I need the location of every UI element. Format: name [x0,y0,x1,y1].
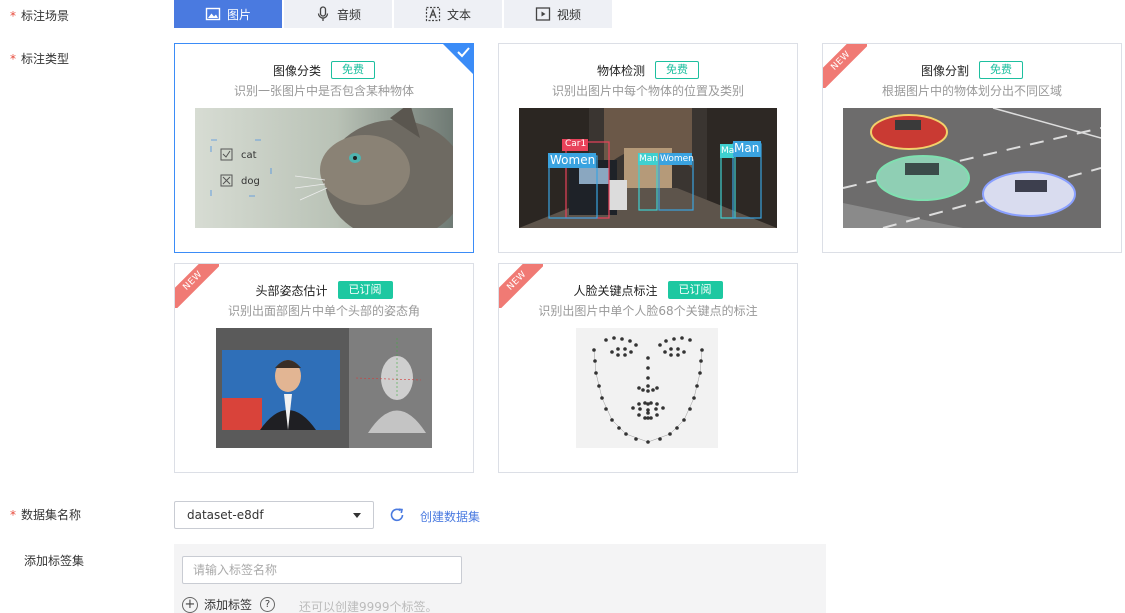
card-title: 物体检测 [596,63,645,78]
tab-label: 图片 [226,7,251,22]
tab-video[interactable]: 视频 [504,0,612,28]
add-tag-label: 添加标签 [204,598,253,612]
help-icon[interactable]: ? [260,597,276,612]
tag-quota-hint: 还可以创建9999个标签。 [299,600,438,613]
tab-audio[interactable]: 音频 [284,0,392,28]
thumb-label-dog: dog [241,176,260,187]
road-cars-thumbnail [843,108,1101,228]
free-badge: 免费 [979,61,1023,79]
card-description: 识别出图片中每个物体的位置及类别 [551,84,744,98]
card-image-classification[interactable]: 图像分类 免费 识别一张图片中是否包含某种物体 cat dog [174,43,474,253]
required-mark: * [10,52,16,66]
tagset-panel: + 添加标签 ? 还可以创建9999个标签。 [174,544,826,613]
dataset-select[interactable]: dataset-e8df [174,501,374,529]
required-mark: * [10,508,16,522]
free-badge: 免费 [331,61,375,79]
image-icon [205,7,221,21]
detection-label: Ma [721,146,735,156]
scene-label: * 标注场景 [10,9,70,23]
tab-label: 视频 [556,7,581,22]
card-description: 识别出面部图片中单个头部的姿态角 [227,304,420,318]
type-label: * 标注类型 [10,52,70,66]
card-description: 识别出图片中单个人脸68个关键点的标注 [538,304,758,318]
cat-photo-thumbnail: cat dog [195,108,453,228]
card-description: 根据图片中的物体划分出不同区域 [881,84,1062,98]
card-image-segmentation[interactable]: NEW 图像分割 免费 根据图片中的物体划分出不同区域 [822,43,1122,253]
tab-label: 音频 [336,7,361,22]
caret-down-icon [353,512,361,518]
subscribed-badge: 已订阅 [667,281,723,299]
thumb-label-cat: cat [241,150,257,161]
tag-name-input[interactable] [182,556,462,584]
tagset-label: 添加标签集 [24,554,85,568]
subscribed-badge: 已订阅 [337,281,393,299]
card-head-pose-estimation[interactable]: NEW 头部姿态估计 已订阅 识别出面部图片中单个头部的姿态角 [174,263,474,473]
refresh-icon[interactable] [389,507,405,523]
card-object-detection[interactable]: 物体检测 免费 识别出图片中每个物体的位置及类别 Car1 Women Man … [498,43,798,253]
detection-label: Women [660,154,694,164]
create-dataset-link[interactable]: 创建数据集 [420,508,480,525]
detection-label: Man [734,141,760,155]
tab-image[interactable]: 图片 [174,0,282,28]
tab-text[interactable]: 文本 [394,0,502,28]
card-description: 识别一张图片中是否包含某种物体 [233,84,414,98]
selected-check-icon [443,44,473,74]
video-play-icon [535,7,551,21]
free-badge: 免费 [655,61,699,79]
face-keypoints-thumbnail [576,328,718,448]
detection-label: Man [639,154,658,164]
add-tag-button[interactable]: + 添加标签 ? [182,596,276,613]
dataset-select-value: dataset-e8df [187,508,264,522]
detection-label: Car1 [565,139,587,149]
card-title: 图像分割 [920,63,969,78]
card-title: 人脸关键点标注 [573,283,658,298]
card-face-keypoints[interactable]: NEW 人脸关键点标注 已订阅 识别出图片中单个人脸68个关键点的标注 [498,263,798,473]
plus-circle-icon: + [182,596,198,613]
street-photo-thumbnail: Car1 Women Man Women Ma Man [519,108,777,228]
detection-label: Women [550,153,596,167]
microphone-icon [317,6,329,21]
card-title: 头部姿态估计 [255,283,328,298]
dataset-label: * 数据集名称 [10,508,82,522]
card-title: 图像分类 [272,63,321,78]
head-pose-thumbnail [216,328,432,448]
scene-tabs: 图片 音频 文本 视频 [174,0,612,28]
tab-label: 文本 [446,7,471,22]
text-icon [425,6,441,22]
required-mark: * [10,9,16,23]
